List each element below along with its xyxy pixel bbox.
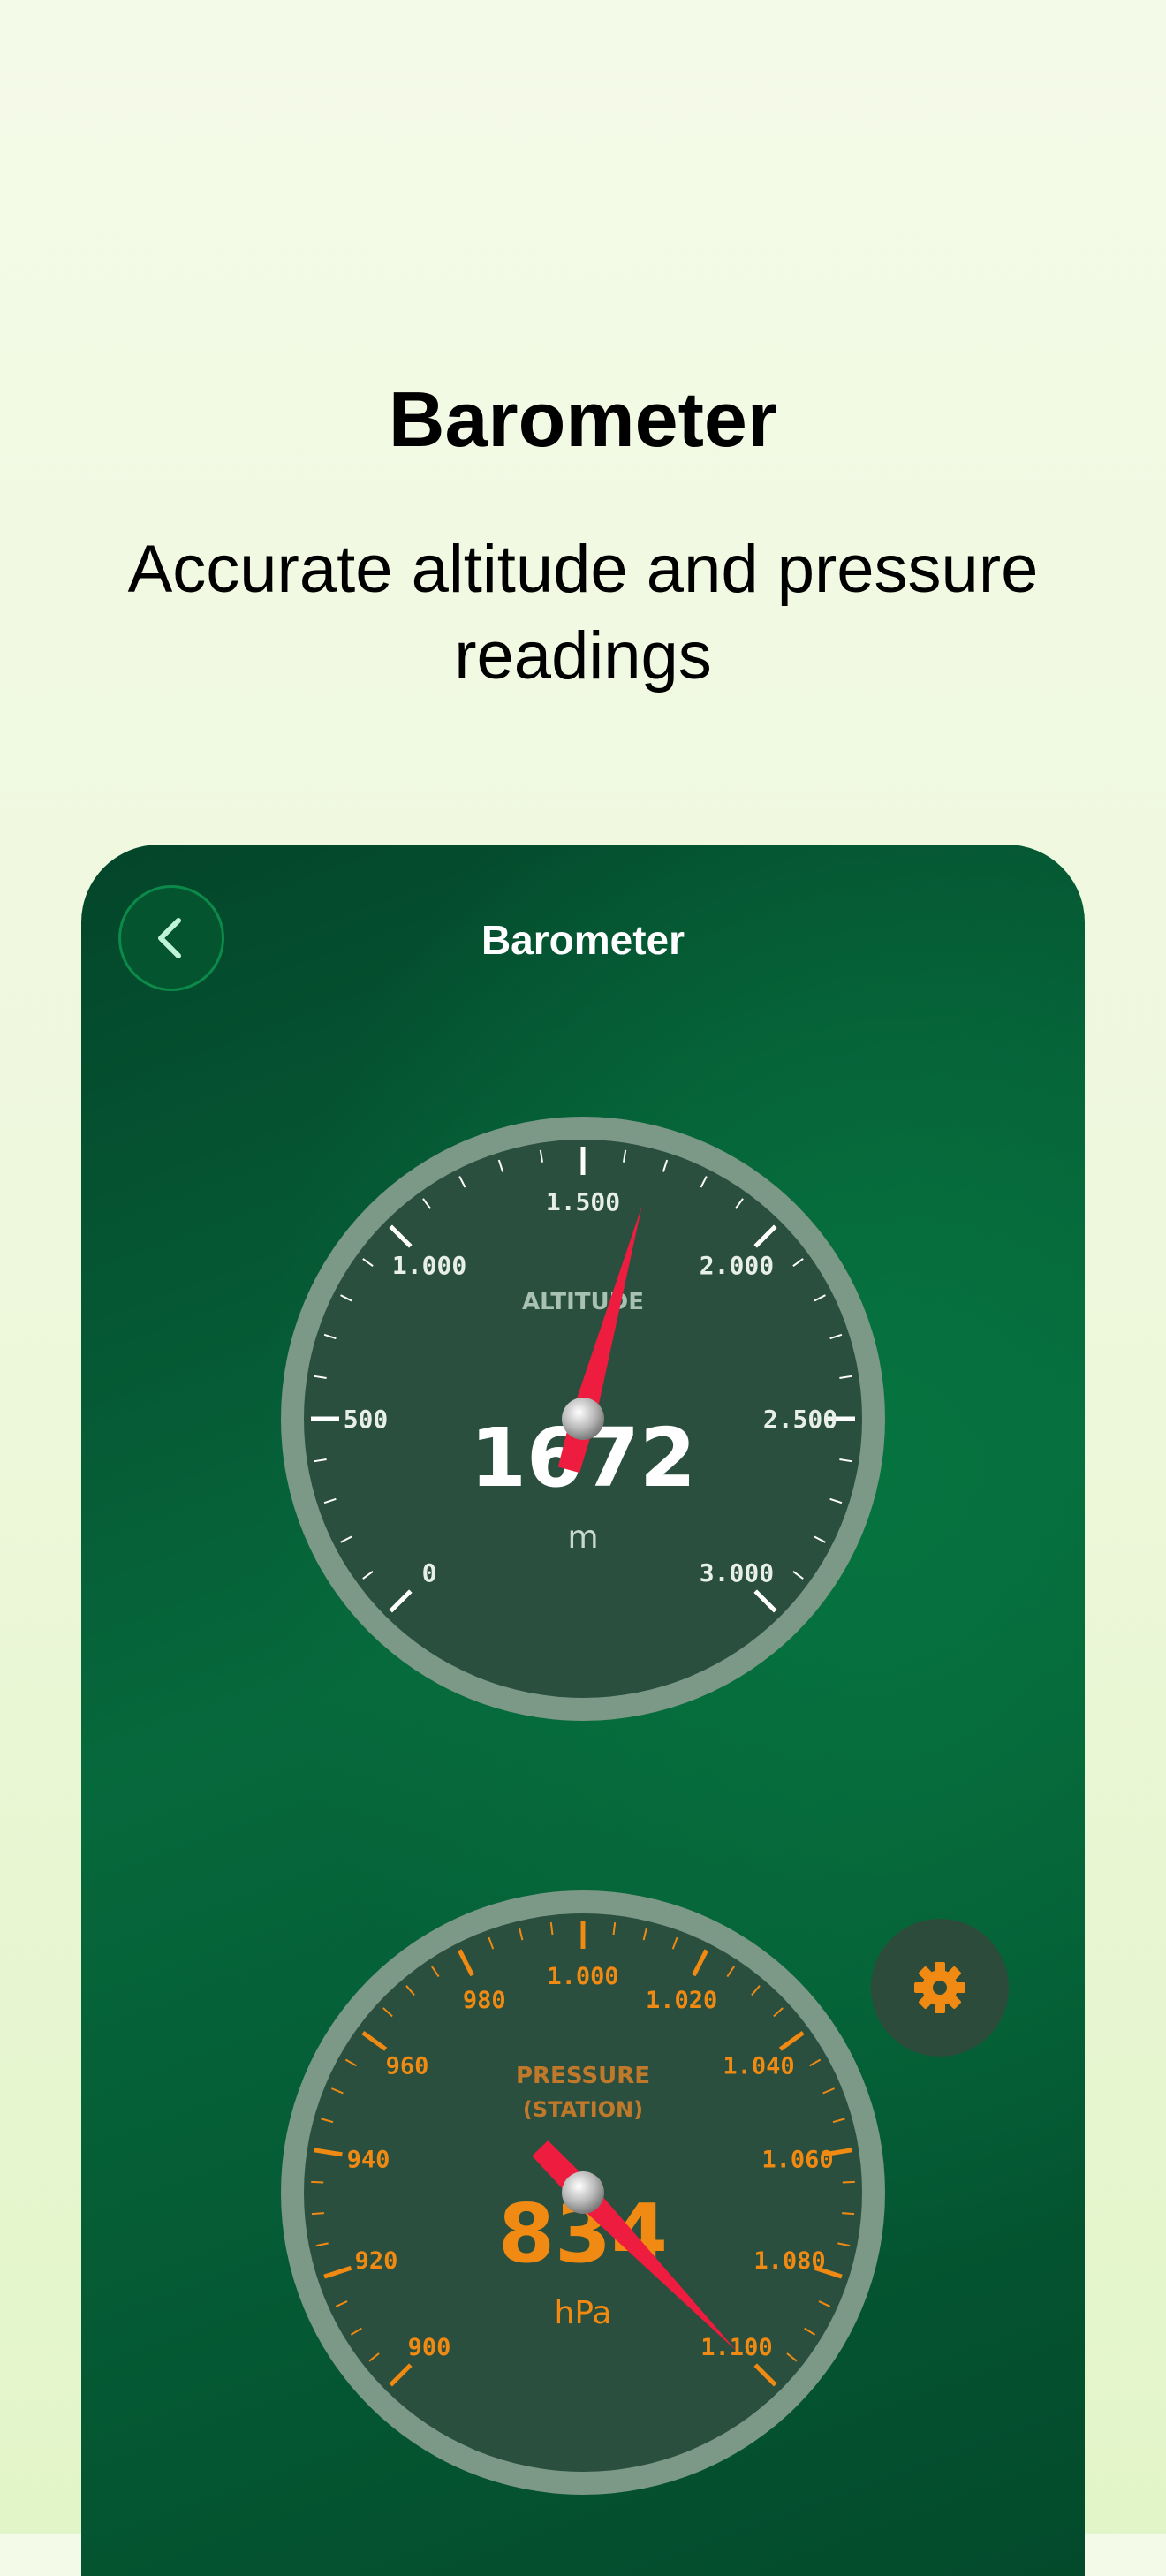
altitude-needle-hub xyxy=(562,1398,604,1440)
pressure-tick-label: 980 xyxy=(463,1987,506,2014)
altitude-gauge: 05001.0001.5002.0002.5003.000 ALTITUDE 1… xyxy=(281,1117,885,1721)
pressure-needle-hub xyxy=(562,2171,604,2214)
pressure-tick-label: 920 xyxy=(355,2247,398,2275)
pressure-tick-label: 1.040 xyxy=(723,2052,794,2080)
hero-title: Barometer xyxy=(388,375,778,463)
pressure-label-line1: PRESSURE xyxy=(516,2063,650,2089)
altitude-tick-label: 2.500 xyxy=(763,1405,837,1434)
pressure-label-line2: (STATION) xyxy=(523,2097,643,2122)
altitude-label: ALTITUDE xyxy=(522,1289,644,1315)
gear-icon xyxy=(914,1962,965,2013)
pressure-tick-label: 1.080 xyxy=(753,2247,825,2275)
app-screen: Barometer 0 500 1.000 1.500 2.000 2.500 3.000 … xyxy=(81,845,1085,2576)
pressure-tick-label: 940 xyxy=(347,2147,390,2174)
pressure-minor-tick xyxy=(311,2212,324,2216)
pressure-tick-label: 900 xyxy=(408,2334,451,2361)
settings-button[interactable] xyxy=(871,1919,1009,2057)
pressure-tick-label: 1.000 xyxy=(547,1963,618,1990)
altitude-tick-label: 0 xyxy=(422,1558,437,1587)
pressure-tick-label: 1.020 xyxy=(646,1987,717,2014)
pressure-minor-tick xyxy=(311,2180,324,2184)
screen-title: Barometer xyxy=(481,917,685,963)
altitude-tick-label: 3.000 xyxy=(700,1558,774,1587)
altitude-unit: m xyxy=(567,1519,598,1556)
pressure-minor-tick xyxy=(842,2212,855,2216)
altitude-tick-label: 2.000 xyxy=(700,1251,774,1280)
altitude-tick-label: 1.000 xyxy=(392,1251,466,1280)
pressure-tick-label: 1.100 xyxy=(700,2334,772,2361)
pressure-gauge: 900 920 940 960 980 1.000 1.020 1.040 1.060 1.080… xyxy=(281,1890,885,2495)
pressure-minor-tick xyxy=(842,2180,855,2184)
hero-subtitle: Accurate altitude and pressure readings xyxy=(127,532,1039,693)
altitude-tick-label: 1.500 xyxy=(546,1187,620,1216)
altitude-tick-label: 500 xyxy=(344,1405,389,1434)
pressure-tick-label: 960 xyxy=(386,2052,429,2080)
pressure-tick-label: 1.060 xyxy=(761,2147,833,2174)
pressure-unit: hPa xyxy=(555,2295,612,2331)
